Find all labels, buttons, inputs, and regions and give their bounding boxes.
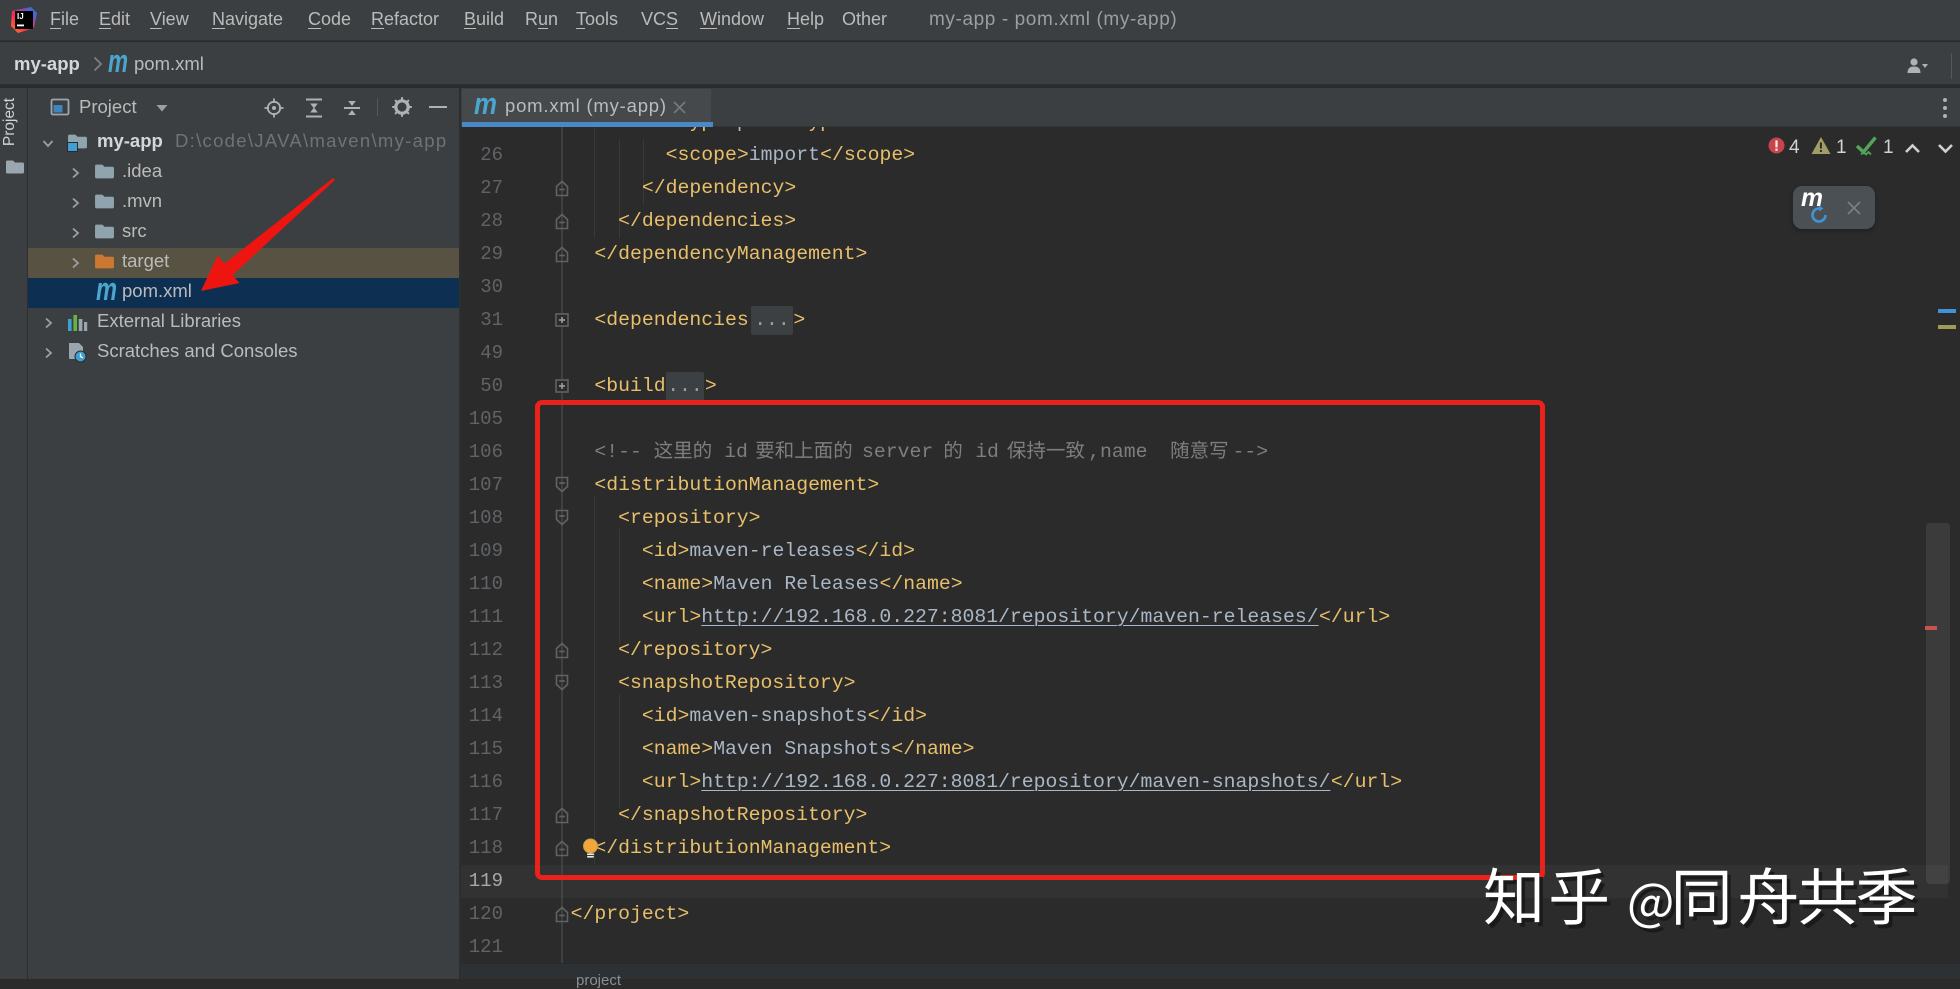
svg-text:m: m	[1801, 191, 1823, 210]
